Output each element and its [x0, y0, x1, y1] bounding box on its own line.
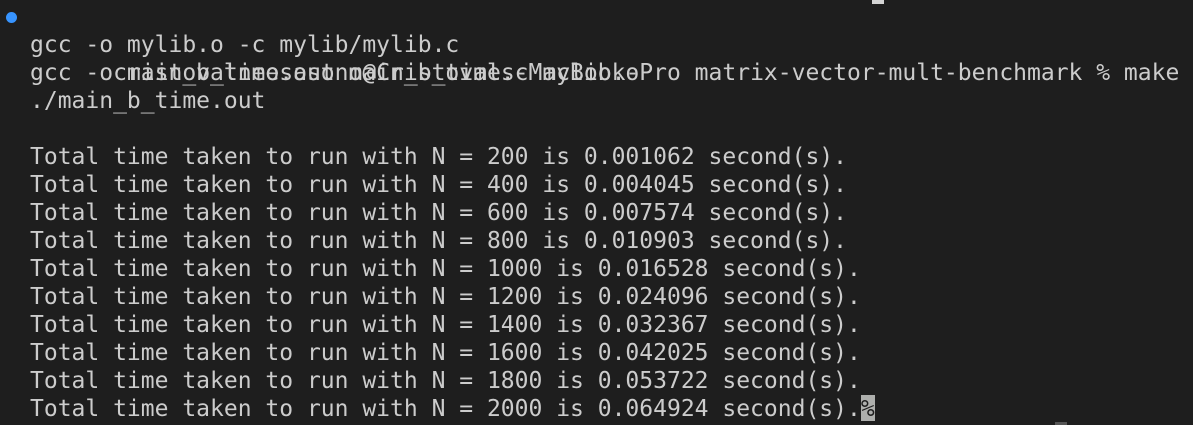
- terminal-cursor: %: [860, 395, 875, 422]
- output-line: Total time taken to run with N = 800 is …: [30, 228, 847, 254]
- terminal-panel[interactable]: cristovalneosasono@Cristovals-MacBook-Pr…: [0, 0, 1193, 425]
- output-line: Total time taken to run with N = 1600 is…: [30, 340, 861, 366]
- output-line: Total time taken to run with N = 1400 is…: [30, 312, 861, 338]
- command-status-icon[interactable]: [6, 12, 17, 23]
- terminal-output: cristovalneosasono@Cristovals-MacBook-Pr…: [6, 3, 1193, 423]
- build-line: gcc -o main_b_time.out main_b_time.c myl…: [30, 60, 640, 86]
- output-line: Total time taken to run with N = 200 is …: [30, 144, 847, 170]
- output-line: Total time taken to run with N = 1800 is…: [30, 368, 861, 394]
- output-line: Total time taken to run with N = 1200 is…: [30, 284, 861, 310]
- output-line: Total time taken to run with N = 1000 is…: [30, 256, 861, 282]
- output-line: Total time taken to run with N = 600 is …: [30, 200, 847, 226]
- output-line: Total time taken to run with N = 400 is …: [30, 172, 847, 198]
- output-line-last: Total time taken to run with N = 2000 is…: [30, 395, 1193, 423]
- build-line: ./main_b_time.out: [30, 88, 266, 114]
- build-line: gcc -o mylib.o -c mylib/mylib.c: [30, 32, 460, 58]
- prompt-line: cristovalneosasono@Cristovals-MacBook-Pr…: [6, 3, 1193, 86]
- output-line-last-text: Total time taken to run with N = 2000 is…: [30, 396, 861, 422]
